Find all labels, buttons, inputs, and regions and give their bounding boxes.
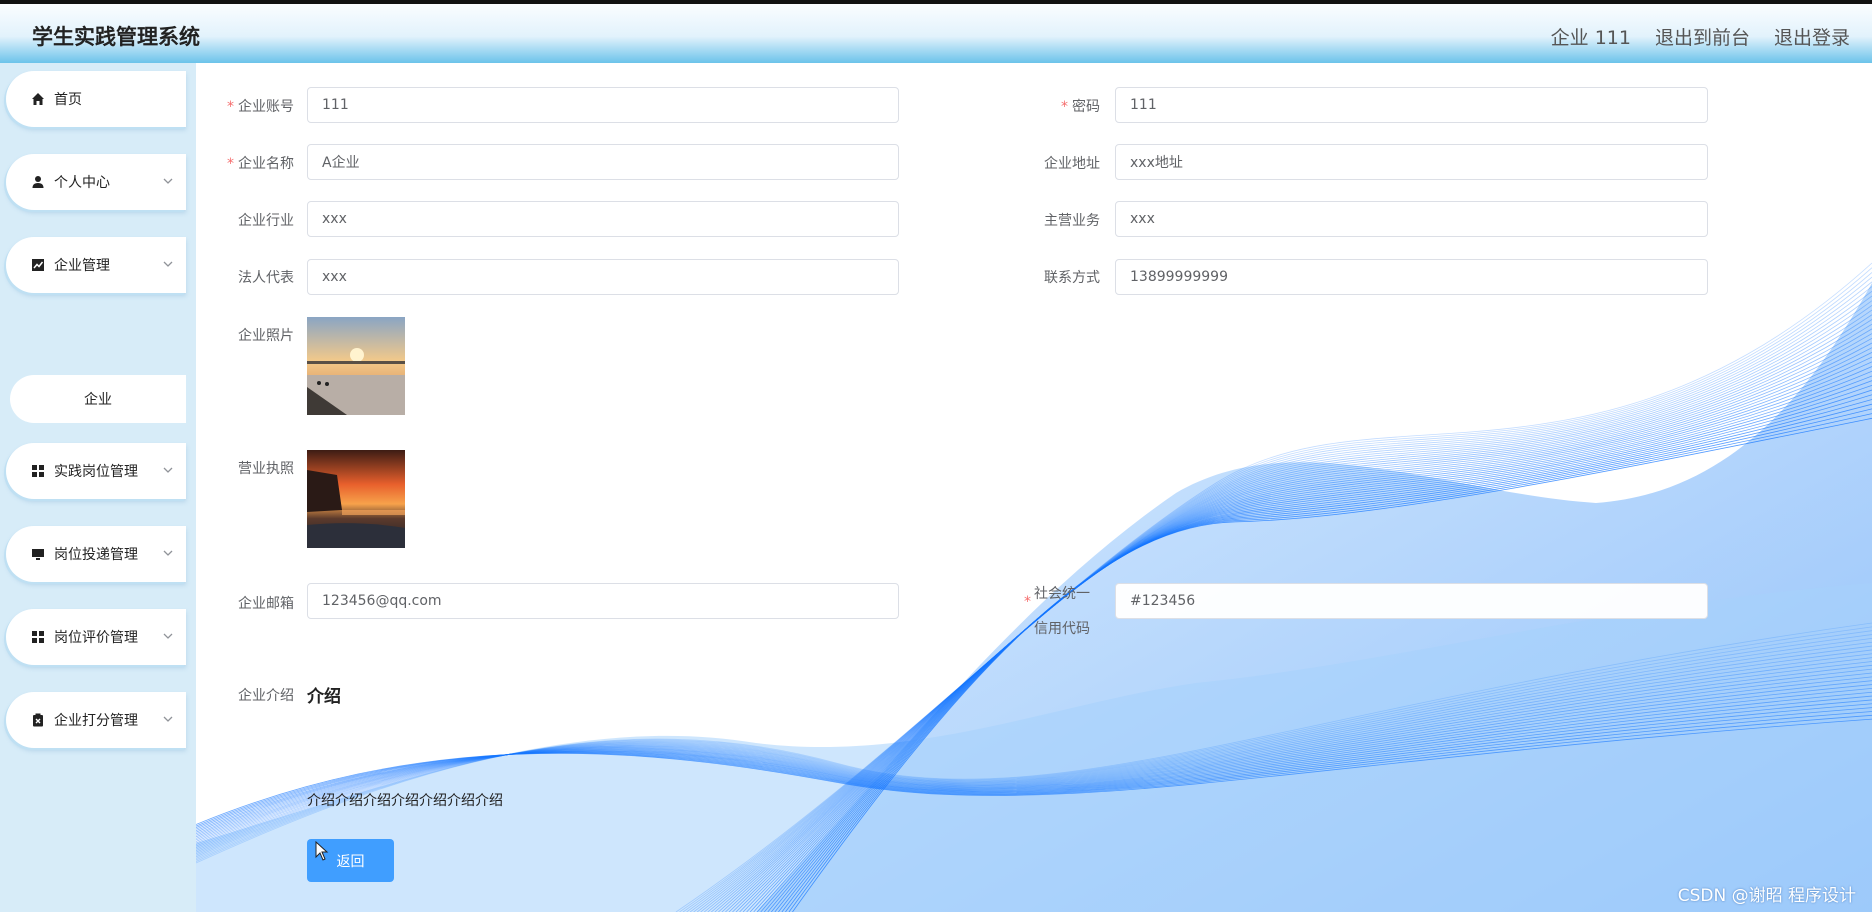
app-header: 学生实践管理系统 企业 111 退出到前台 退出登录 (0, 4, 1872, 63)
sidebar-item-label: 岗位评价管理 (54, 630, 138, 646)
intro-label: 企业介绍 (238, 688, 294, 704)
sidebar-item-label: 首页 (54, 92, 82, 108)
account-label: * 企业账号 (227, 99, 294, 115)
credit-code-label: * 社会统一 信用代码 (1024, 586, 1090, 637)
sidebar-item-label: 岗位投递管理 (54, 547, 138, 563)
sidebar-item-label: 企业管理 (54, 258, 110, 274)
app-title: 学生实践管理系统 (32, 25, 200, 49)
intro-title: 介绍 (307, 687, 341, 707)
home-icon (32, 93, 44, 105)
grid-icon (32, 631, 44, 643)
company-photo-label: 企业照片 (238, 328, 294, 344)
email-label: 企业邮箱 (238, 596, 294, 612)
sidebar-item-enterprise-management[interactable]: 企业管理 (6, 237, 186, 293)
chevron-down-icon (163, 178, 173, 184)
industry-label: 企业行业 (238, 213, 294, 229)
clipboard-icon (33, 713, 43, 727)
email-input[interactable]: 123456@qq.com (307, 583, 899, 619)
chart-icon (32, 259, 44, 271)
sidebar-item-label: 实践岗位管理 (54, 464, 138, 480)
user-icon (32, 176, 44, 188)
sidebar-item-practice-post-management[interactable]: 实践岗位管理 (6, 443, 186, 499)
grid-icon (32, 465, 44, 477)
address-input[interactable]: xxx地址 (1115, 144, 1708, 180)
watermark: CSDN @谢昭 程序设计 (1677, 886, 1856, 906)
exit-to-front-link[interactable]: 退出到前台 (1655, 23, 1750, 50)
business-license-label: 营业执照 (238, 461, 294, 477)
address-label: 企业地址 (1044, 156, 1100, 172)
chevron-down-icon (163, 261, 173, 267)
company-photo-image[interactable] (307, 317, 405, 415)
sidebar-subitem-enterprise[interactable]: 企业 (10, 375, 186, 423)
credit-code-input[interactable]: #123456 (1115, 583, 1708, 619)
sidebar-item-home[interactable]: 首页 (6, 71, 186, 127)
legal-rep-label: 法人代表 (238, 270, 294, 286)
chevron-down-icon (163, 467, 173, 473)
intro-body: 介绍介绍介绍介绍介绍介绍介绍 (307, 793, 503, 809)
sidebar-item-enterprise-scoring-management[interactable]: 企业打分管理 (6, 692, 186, 748)
logout-link[interactable]: 退出登录 (1774, 23, 1850, 50)
business-license-image[interactable] (307, 450, 405, 548)
sidebar-item-label: 个人中心 (54, 175, 110, 191)
password-label: * 密码 (1061, 99, 1100, 115)
sidebar-item-post-delivery-management[interactable]: 岗位投递管理 (6, 526, 186, 582)
industry-input[interactable]: xxx (307, 201, 899, 237)
sidebar-item-label: 企业打分管理 (54, 713, 138, 729)
contact-label: 联系方式 (1044, 270, 1100, 286)
sidebar: 首页 个人中心 企业管理 企业 实践岗位管理 岗位投递管理 岗位评价管理 企业打… (0, 63, 196, 912)
contact-input[interactable]: 13899999999 (1115, 259, 1708, 295)
wave-background (196, 262, 1872, 912)
main-content: * 企业账号 111 * 密码 111 * 企业名称 A企业 企业地址 xxx地址 企… (196, 63, 1872, 912)
chevron-down-icon (163, 716, 173, 722)
sidebar-item-post-evaluation-management[interactable]: 岗位评价管理 (6, 609, 186, 665)
legal-rep-input[interactable]: xxx (307, 259, 899, 295)
main-business-label: 主营业务 (1044, 213, 1100, 229)
main-business-input[interactable]: xxx (1115, 201, 1708, 237)
account-input[interactable]: 111 (307, 87, 899, 123)
company-name-label: * 企业名称 (227, 156, 294, 172)
sidebar-item-personal-center[interactable]: 个人中心 (6, 154, 186, 210)
mouse-cursor-icon (315, 841, 329, 861)
chevron-down-icon (163, 550, 173, 556)
monitor-icon (32, 549, 44, 560)
company-name-input[interactable]: A企业 (307, 144, 899, 180)
header-links: 企业 111 退出到前台 退出登录 (1551, 23, 1850, 50)
chevron-down-icon (163, 633, 173, 639)
current-user-label: 企业 111 (1550, 27, 1631, 49)
password-input[interactable]: 111 (1115, 87, 1708, 123)
